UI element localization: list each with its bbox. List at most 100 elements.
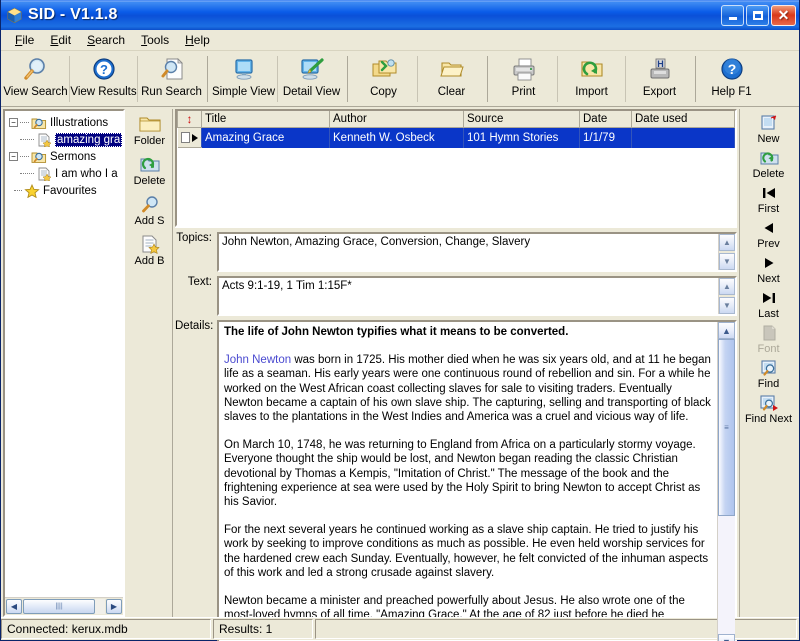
cell-date-used[interactable] <box>631 127 735 148</box>
folder-search-icon <box>31 150 47 164</box>
toolbar-label: Export <box>642 86 677 98</box>
left-button-label: Folder <box>133 135 166 147</box>
right-button-prev[interactable]: Prev <box>741 218 797 250</box>
document-star-icon <box>139 233 161 255</box>
scroll-left-icon[interactable]: ◀ <box>6 599 22 614</box>
folder-icon <box>138 113 161 135</box>
toolbar-button-view-results[interactable]: ? View Results <box>70 52 137 106</box>
scroll-thumb[interactable]: |||| <box>23 599 95 614</box>
right-button-next[interactable]: Next <box>741 253 797 285</box>
right-button-label: Prev <box>757 238 780 250</box>
current-row-arrow-icon <box>192 133 198 142</box>
right-button-delete[interactable]: Delete <box>741 148 797 180</box>
topics-value[interactable]: John Newton, Amazing Grace, Conversion, … <box>219 234 718 270</box>
text-scrollbar[interactable]: ▲ ▼ <box>718 278 735 314</box>
column-header-author[interactable]: Author <box>329 111 464 128</box>
tree-node-favourites[interactable]: Favourites <box>9 182 123 199</box>
details-field[interactable]: The life of John Newton typifies what it… <box>217 320 737 641</box>
cell-author[interactable]: Kenneth W. Osbeck <box>329 127 464 148</box>
scroll-track[interactable]: |||| <box>23 599 105 614</box>
toolbar-separator <box>695 56 696 102</box>
menu-file[interactable]: File <box>7 31 42 49</box>
menu-tools[interactable]: Tools <box>133 31 177 49</box>
scroll-up-icon[interactable]: ▲ <box>719 234 735 251</box>
scroll-right-icon[interactable]: ▶ <box>106 599 122 614</box>
left-button-add-bookmark[interactable]: Add B <box>128 233 172 267</box>
details-link[interactable]: John Newton <box>224 354 291 366</box>
right-button-last[interactable]: Last <box>741 288 797 320</box>
app-window: SID - V1.1.8 ✕ File Edit Search Tools He… <box>0 0 800 641</box>
scroll-up-icon[interactable]: ▲ <box>719 278 735 295</box>
toolbar-button-run-search[interactable]: Run Search <box>138 52 205 106</box>
scroll-down-icon[interactable]: ▼ <box>719 297 735 314</box>
table-header-row: ↕ Title Author Source Date Date used <box>177 111 735 128</box>
scroll-track[interactable]: ≡ <box>718 339 735 634</box>
topics-label: Topics: <box>176 232 212 244</box>
minimize-button[interactable] <box>721 4 744 26</box>
tree-node-amazing-grace[interactable]: amazing gra <box>9 131 123 148</box>
row-checkbox[interactable] <box>180 132 190 143</box>
window-controls: ✕ <box>721 4 796 26</box>
text-value[interactable]: Acts 9:1-19, 1 Tim 1:15F* <box>219 278 718 314</box>
close-button[interactable]: ✕ <box>771 4 796 26</box>
toolbar-button-view-search[interactable]: View Search <box>2 52 69 106</box>
tree-view[interactable]: − Illustrations amazing gra − Sermons I … <box>5 111 123 597</box>
column-header-date-used[interactable]: Date used <box>631 111 735 128</box>
cell-title[interactable]: Amazing Grace <box>201 127 330 148</box>
column-header-source[interactable]: Source <box>463 111 580 128</box>
table-row[interactable]: Amazing Grace Kenneth W. Osbeck 101 Hymn… <box>177 127 735 148</box>
left-button-label: Add S <box>134 215 165 227</box>
right-button-find-next[interactable]: Find Next <box>741 393 797 425</box>
column-header-date[interactable]: Date <box>579 111 632 128</box>
tree-horizontal-scrollbar[interactable]: ◀ |||| ▶ <box>5 597 123 615</box>
expander-icon[interactable]: − <box>9 152 18 161</box>
cell-date[interactable]: 1/1/79 <box>579 127 632 148</box>
right-button-find[interactable]: Find <box>741 358 797 390</box>
tree-node-label: Illustrations <box>50 116 109 129</box>
menu-help[interactable]: Help <box>177 31 218 49</box>
details-value[interactable]: The life of John Newton typifies what it… <box>219 322 717 641</box>
results-grid[interactable]: ↕ Title Author Source Date Date used Ama… <box>175 109 737 227</box>
scroll-up-icon[interactable]: ▲ <box>718 322 735 339</box>
left-button-delete[interactable]: Delete <box>128 153 172 187</box>
right-button-first[interactable]: First <box>741 183 797 215</box>
tree-node-illustrations[interactable]: − Illustrations <box>9 114 123 131</box>
first-record-icon <box>759 183 779 203</box>
tree-node-sermons[interactable]: − Sermons <box>9 148 123 165</box>
scroll-thumb[interactable]: ≡ <box>718 339 735 516</box>
column-header-title[interactable]: Title <box>201 111 330 128</box>
scroll-down-icon[interactable]: ▼ <box>719 253 735 270</box>
left-button-add-search[interactable]: Add S <box>128 193 172 227</box>
tree-line <box>20 172 34 175</box>
expander-icon[interactable]: − <box>9 118 18 127</box>
text-field[interactable]: Acts 9:1-19, 1 Tim 1:15F* ▲ ▼ <box>217 276 737 316</box>
svg-text:?: ? <box>727 61 736 77</box>
toolbar-button-detail-view[interactable]: Detail View <box>278 52 345 106</box>
row-selector-cell[interactable] <box>177 127 202 148</box>
tree-node-i-am-who-i-am[interactable]: I am who I a <box>9 165 123 182</box>
toolbar-button-import[interactable]: Import <box>558 52 625 106</box>
menu-edit[interactable]: Edit <box>42 31 79 49</box>
details-scrollbar[interactable]: ▲ ≡ ▼ <box>717 322 735 641</box>
maximize-button[interactable] <box>746 4 769 26</box>
left-button-folder[interactable]: Folder <box>128 113 172 147</box>
delete-folder-icon <box>759 148 779 168</box>
toolbar-button-print[interactable]: Print <box>490 52 557 106</box>
right-button-new[interactable]: New <box>741 113 797 145</box>
topics-field[interactable]: John Newton, Amazing Grace, Conversion, … <box>217 232 737 272</box>
toolbar-button-simple-view[interactable]: Simple View <box>210 52 277 106</box>
toolbar-button-copy[interactable]: Copy <box>350 52 417 106</box>
topics-scrollbar[interactable]: ▲ ▼ <box>718 234 735 270</box>
row-selector-header[interactable]: ↕ <box>177 111 202 128</box>
details-paragraph-1: John Newton was born in 1725. His mother… <box>224 353 712 424</box>
toolbar-button-help-f1[interactable]: ? Help F1 <box>698 52 765 106</box>
toolbar-label: Simple View <box>211 86 276 98</box>
toolbar-label: Clear <box>437 86 466 98</box>
toolbar-button-export[interactable]: H Export <box>626 52 693 106</box>
scroll-down-icon[interactable]: ▼ <box>718 633 735 641</box>
toolbar-label: Copy <box>370 86 397 98</box>
menu-search[interactable]: Search <box>79 31 133 49</box>
cell-source[interactable]: 101 Hymn Stories <box>463 127 580 148</box>
toolbar-button-clear[interactable]: Clear <box>418 52 485 106</box>
delete-folder-icon <box>139 153 161 175</box>
